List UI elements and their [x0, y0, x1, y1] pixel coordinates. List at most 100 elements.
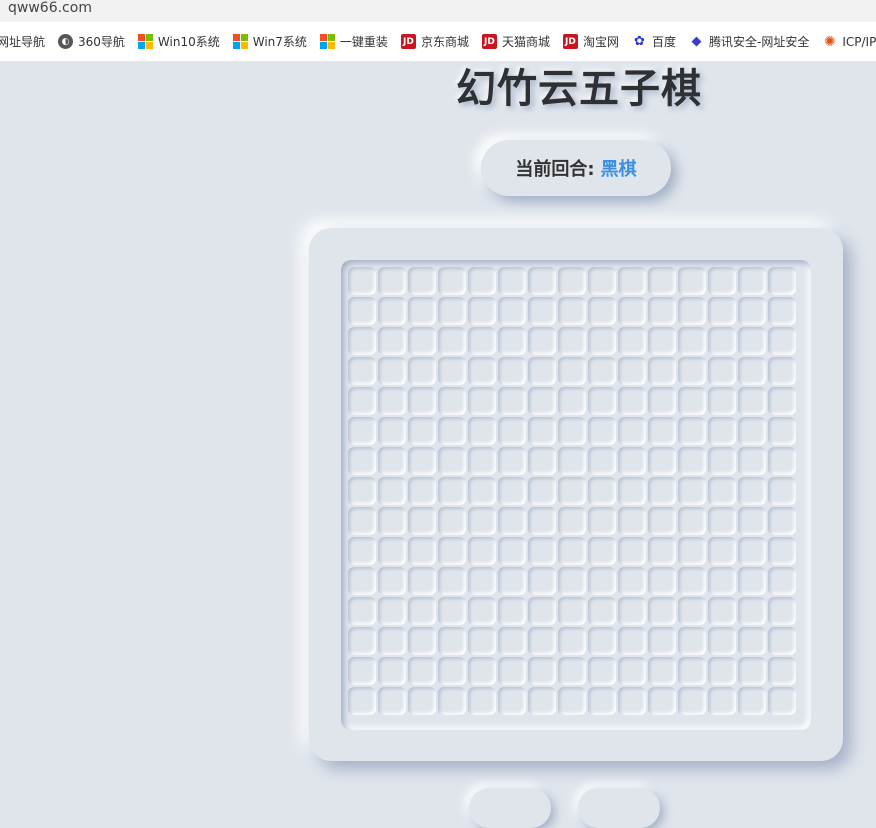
board-cell[interactable] — [588, 507, 616, 535]
board-cell[interactable] — [768, 567, 796, 595]
bookmark-360-daohang[interactable]: ◐ 360导航 — [58, 33, 125, 50]
board-cell[interactable] — [708, 507, 736, 535]
board-cell[interactable] — [618, 447, 646, 475]
board-cell[interactable] — [468, 597, 496, 625]
board-cell[interactable] — [408, 387, 436, 415]
board-cell[interactable] — [588, 477, 616, 505]
board-cell[interactable] — [468, 567, 496, 595]
board-cell[interactable] — [708, 387, 736, 415]
board-cell[interactable] — [468, 357, 496, 385]
board-cell[interactable] — [708, 597, 736, 625]
board-cell[interactable] — [768, 327, 796, 355]
board-cell[interactable] — [438, 447, 466, 475]
board-cell[interactable] — [378, 447, 406, 475]
board-cell[interactable] — [378, 597, 406, 625]
board-cell[interactable] — [558, 387, 586, 415]
board-cell[interactable] — [558, 597, 586, 625]
board-cell[interactable] — [378, 417, 406, 445]
board-cell[interactable] — [708, 627, 736, 655]
board-cell[interactable] — [558, 417, 586, 445]
board-cell[interactable] — [648, 687, 676, 715]
board-cell[interactable] — [438, 567, 466, 595]
board-cell[interactable] — [648, 567, 676, 595]
board-cell[interactable] — [738, 627, 766, 655]
board-cell[interactable] — [558, 327, 586, 355]
board-cell[interactable] — [558, 627, 586, 655]
board-cell[interactable] — [588, 687, 616, 715]
board-cell[interactable] — [588, 657, 616, 685]
board-cell[interactable] — [768, 267, 796, 295]
board-cell[interactable] — [378, 267, 406, 295]
board-cell[interactable] — [738, 657, 766, 685]
board-cell[interactable] — [768, 597, 796, 625]
board-cell[interactable] — [678, 417, 706, 445]
board-cell[interactable] — [618, 597, 646, 625]
board-cell[interactable] — [558, 567, 586, 595]
board-cell[interactable] — [468, 477, 496, 505]
board-cell[interactable] — [408, 687, 436, 715]
board-cell[interactable] — [768, 657, 796, 685]
board-cell[interactable] — [378, 477, 406, 505]
board-cell[interactable] — [348, 267, 376, 295]
board-cell[interactable] — [678, 537, 706, 565]
board-cell[interactable] — [348, 327, 376, 355]
board-cell[interactable] — [588, 567, 616, 595]
board-cell[interactable] — [528, 507, 556, 535]
board-cell[interactable] — [528, 327, 556, 355]
board-cell[interactable] — [348, 687, 376, 715]
board-cell[interactable] — [738, 687, 766, 715]
board-cell[interactable] — [468, 537, 496, 565]
board-cell[interactable] — [768, 627, 796, 655]
board-cell[interactable] — [438, 507, 466, 535]
board-cell[interactable] — [678, 657, 706, 685]
board-cell[interactable] — [618, 417, 646, 445]
board-cell[interactable] — [498, 687, 526, 715]
board-cell[interactable] — [678, 687, 706, 715]
board-cell[interactable] — [618, 477, 646, 505]
board-cell[interactable] — [438, 627, 466, 655]
bookmark-wangzhi-daohang[interactable]: 网址导航 — [0, 33, 45, 50]
board-cell[interactable] — [588, 537, 616, 565]
board-cell[interactable] — [738, 447, 766, 475]
board-cell[interactable] — [348, 597, 376, 625]
board-cell[interactable] — [648, 477, 676, 505]
board-cell[interactable] — [468, 387, 496, 415]
board-cell[interactable] — [438, 477, 466, 505]
board-cell[interactable] — [648, 387, 676, 415]
board-cell[interactable] — [558, 507, 586, 535]
board-cell[interactable] — [438, 597, 466, 625]
board-cell[interactable] — [708, 327, 736, 355]
board-cell[interactable] — [738, 567, 766, 595]
board-cell[interactable] — [648, 267, 676, 295]
board-cell[interactable] — [348, 447, 376, 475]
board-cell[interactable] — [528, 357, 556, 385]
board-cell[interactable] — [678, 567, 706, 595]
board-cell[interactable] — [558, 267, 586, 295]
bookmark-tmall[interactable]: JD 天猫商城 — [481, 33, 550, 50]
board-cell[interactable] — [648, 657, 676, 685]
board-cell[interactable] — [588, 417, 616, 445]
board-cell[interactable] — [618, 537, 646, 565]
board-cell[interactable] — [348, 387, 376, 415]
board-cell[interactable] — [678, 507, 706, 535]
bookmark-yijian-chongzhuang[interactable]: 一键重装 — [319, 33, 388, 50]
bookmark-tencent-security[interactable]: ◆ 腾讯安全-网址安全 — [689, 33, 810, 50]
board-cell[interactable] — [708, 567, 736, 595]
board-cell[interactable] — [348, 507, 376, 535]
board-cell[interactable] — [468, 657, 496, 685]
board-cell[interactable] — [498, 507, 526, 535]
board-cell[interactable] — [768, 297, 796, 325]
board-cell[interactable] — [768, 447, 796, 475]
board-cell[interactable] — [468, 627, 496, 655]
board-cell[interactable] — [708, 357, 736, 385]
board-cell[interactable] — [528, 387, 556, 415]
board-cell[interactable] — [348, 657, 376, 685]
board-cell[interactable] — [528, 477, 556, 505]
board-cell[interactable] — [558, 357, 586, 385]
board-cell[interactable] — [738, 417, 766, 445]
board-cell[interactable] — [438, 297, 466, 325]
board-cell[interactable] — [468, 687, 496, 715]
board-cell[interactable] — [528, 537, 556, 565]
board-cell[interactable] — [768, 357, 796, 385]
board-cell[interactable] — [738, 297, 766, 325]
